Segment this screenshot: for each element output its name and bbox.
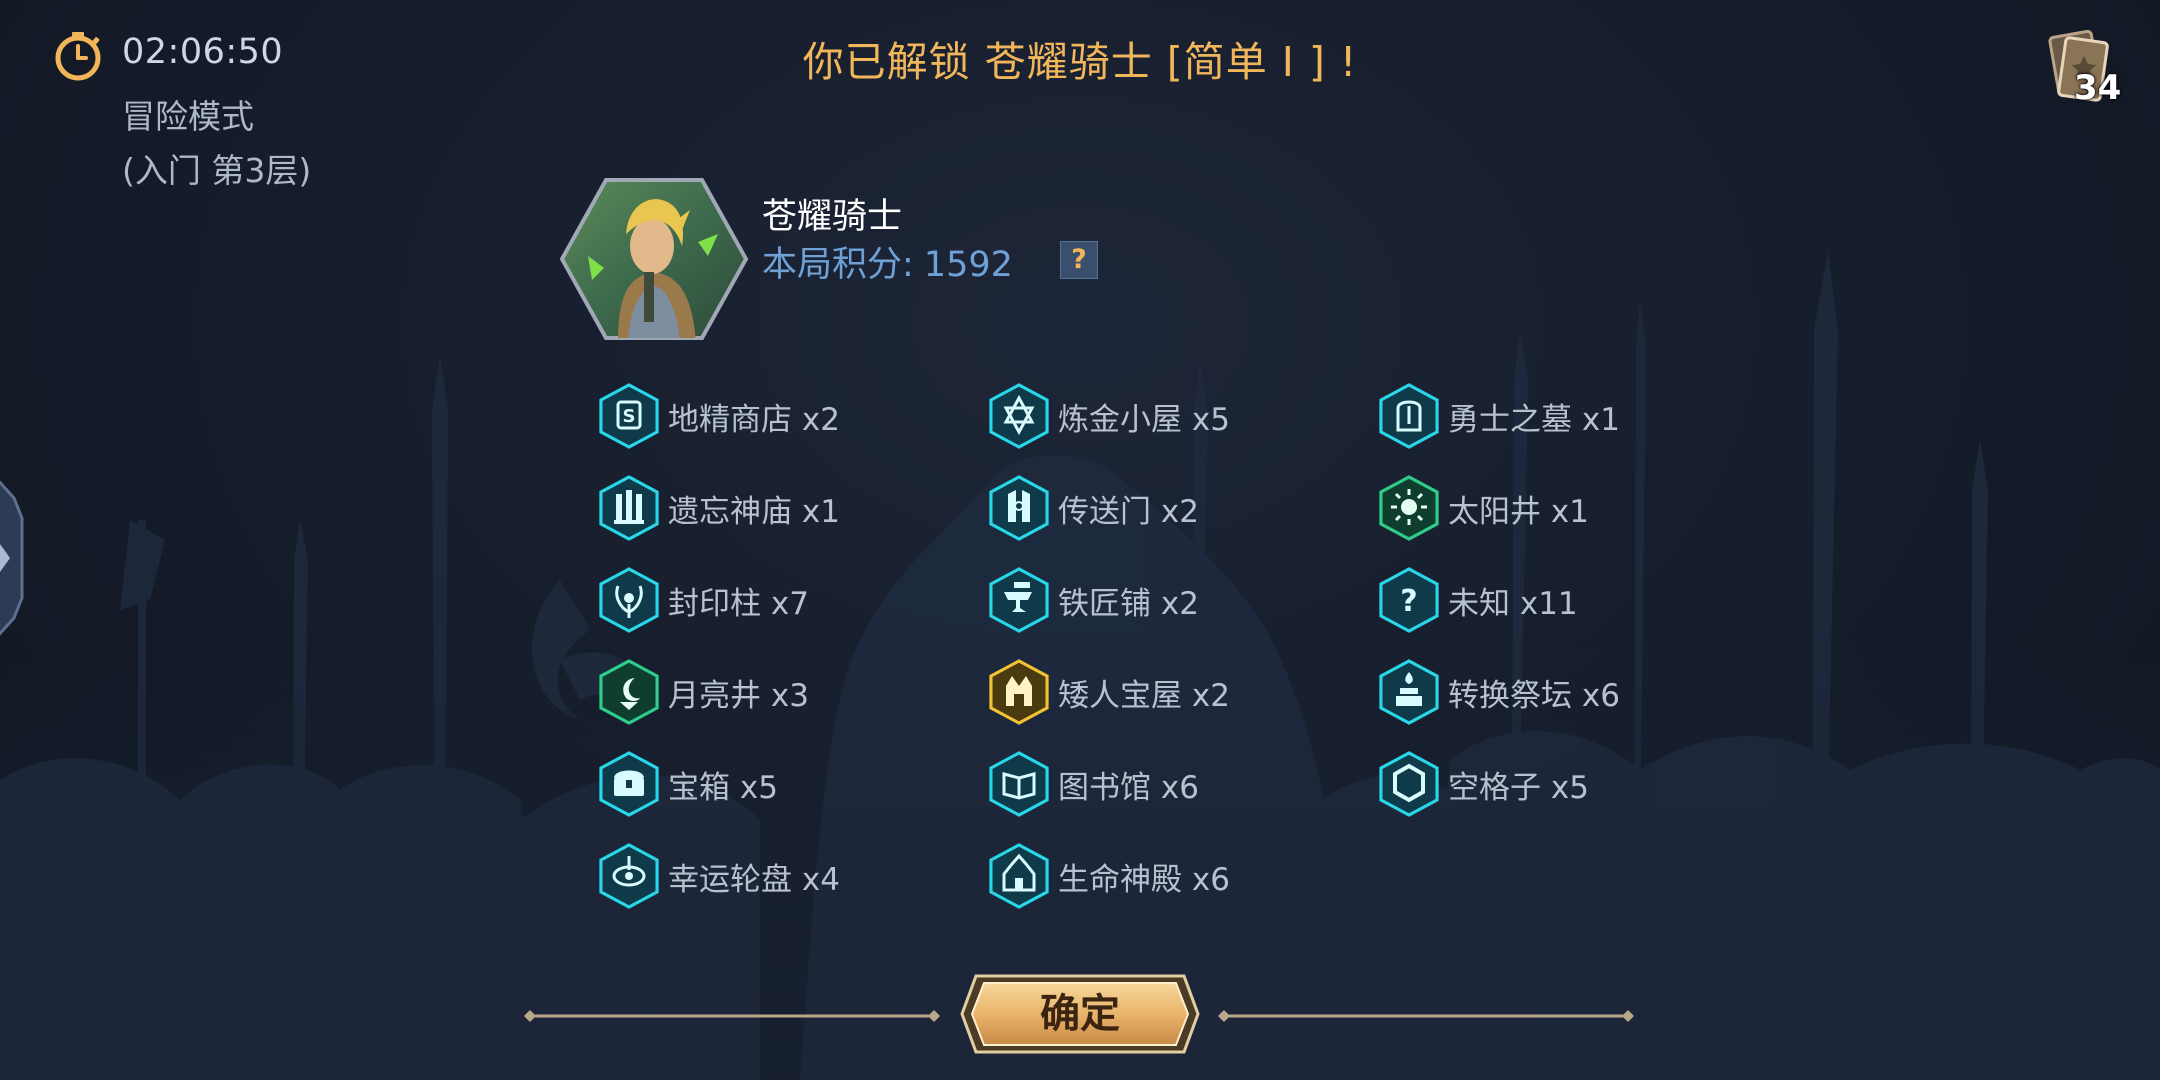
location-label: 传送门 x2 bbox=[1058, 493, 1199, 530]
conversion-altar-icon bbox=[1379, 659, 1439, 725]
location-item: S 地精商店 x2 bbox=[596, 380, 840, 452]
location-label: 宝箱 x5 bbox=[668, 769, 778, 806]
score-label: 本局积分: bbox=[762, 245, 914, 285]
location-label: 月亮井 x3 bbox=[668, 677, 809, 714]
elapsed-timer: 02:06:50 bbox=[122, 32, 284, 72]
location-label: 铁匠铺 x2 bbox=[1058, 585, 1199, 622]
hero-name: 苍耀骑士 bbox=[762, 197, 903, 237]
life-shrine-icon bbox=[989, 843, 1049, 909]
game-mode-label: 冒险模式 bbox=[122, 97, 254, 136]
forgotten-temple-icon bbox=[599, 475, 659, 541]
location-item: 空格子 x5 bbox=[1376, 748, 1589, 820]
blacksmith-icon bbox=[989, 567, 1049, 633]
svg-text:S: S bbox=[623, 406, 636, 427]
location-item: 月亮井 x3 bbox=[596, 656, 809, 728]
location-item: 宝箱 x5 bbox=[596, 748, 778, 820]
score-help-button[interactable]: ? bbox=[1060, 241, 1098, 279]
unlock-title: 你已解锁 苍耀骑士 [简单 I ] ! bbox=[802, 38, 1358, 86]
confirm-label: 确定 bbox=[1040, 991, 1120, 1037]
sun-well-icon bbox=[1379, 475, 1439, 541]
library-icon bbox=[989, 751, 1049, 817]
portal-icon bbox=[989, 475, 1049, 541]
location-label: 封印柱 x7 bbox=[668, 585, 809, 622]
location-item: 转换祭坛 x6 bbox=[1376, 656, 1620, 728]
location-item: 勇士之墓 x1 bbox=[1376, 380, 1620, 452]
location-label: 未知 x11 bbox=[1448, 585, 1578, 622]
moon-well-icon bbox=[599, 659, 659, 725]
location-item: 图书馆 x6 bbox=[986, 748, 1199, 820]
timer-icon bbox=[55, 32, 101, 81]
seal-pillar-icon bbox=[599, 567, 659, 633]
side-expand-tab[interactable] bbox=[0, 478, 26, 638]
location-label: 幸运轮盘 x4 bbox=[668, 861, 840, 898]
location-label: 空格子 x5 bbox=[1448, 769, 1589, 806]
svg-text:?: ? bbox=[1400, 584, 1417, 619]
alchemy-hut-icon bbox=[989, 383, 1049, 449]
location-item: 封印柱 x7 bbox=[596, 564, 809, 636]
location-label: 勇士之墓 x1 bbox=[1448, 401, 1620, 438]
score-value: 1592 bbox=[923, 245, 1013, 285]
empty-cell-icon bbox=[1379, 751, 1439, 817]
location-item: 炼金小屋 x5 bbox=[986, 380, 1230, 452]
dwarf-vault-icon bbox=[989, 659, 1049, 725]
lucky-wheel-icon bbox=[599, 843, 659, 909]
location-grid: S 地精商店 x2 炼金小屋 x5 勇士之墓 x1 遗忘神庙 x1 传送门 x2 太阳井 x… bbox=[596, 380, 1796, 920]
location-item: 幸运轮盘 x4 bbox=[596, 840, 840, 912]
location-label: 炼金小屋 x5 bbox=[1058, 401, 1230, 438]
warrior-tomb-icon bbox=[1379, 383, 1439, 449]
location-item: 生命神殿 x6 bbox=[986, 840, 1230, 912]
location-label: 转换祭坛 x6 bbox=[1448, 677, 1620, 714]
location-label: 遗忘神庙 x1 bbox=[668, 493, 840, 530]
deck-count: 34 bbox=[2074, 68, 2122, 108]
treasure-chest-icon bbox=[599, 751, 659, 817]
confirm-button[interactable]: 确定 bbox=[960, 972, 1200, 1056]
location-item: 遗忘神庙 x1 bbox=[596, 472, 840, 544]
unknown-icon: ? bbox=[1379, 567, 1439, 633]
location-label: 地精商店 x2 bbox=[668, 401, 840, 438]
location-label: 图书馆 x6 bbox=[1058, 769, 1199, 806]
location-label: 太阳井 x1 bbox=[1448, 493, 1589, 530]
location-item: 矮人宝屋 x2 bbox=[986, 656, 1230, 728]
location-item: 太阳井 x1 bbox=[1376, 472, 1589, 544]
divider-right bbox=[1218, 1010, 1634, 1022]
floor-label: (入门 第3层) bbox=[122, 151, 312, 190]
location-label: 生命神殿 x6 bbox=[1058, 861, 1230, 898]
hero-portrait bbox=[559, 178, 749, 340]
score-line: 本局积分: 1592 bbox=[762, 236, 1013, 287]
divider-left bbox=[524, 1010, 940, 1022]
location-item: ? 未知 x11 bbox=[1376, 564, 1578, 636]
location-item: 传送门 x2 bbox=[986, 472, 1199, 544]
location-item: 铁匠铺 x2 bbox=[986, 564, 1199, 636]
location-label: 矮人宝屋 x2 bbox=[1058, 677, 1230, 714]
goblin-shop-icon: S bbox=[599, 383, 659, 449]
